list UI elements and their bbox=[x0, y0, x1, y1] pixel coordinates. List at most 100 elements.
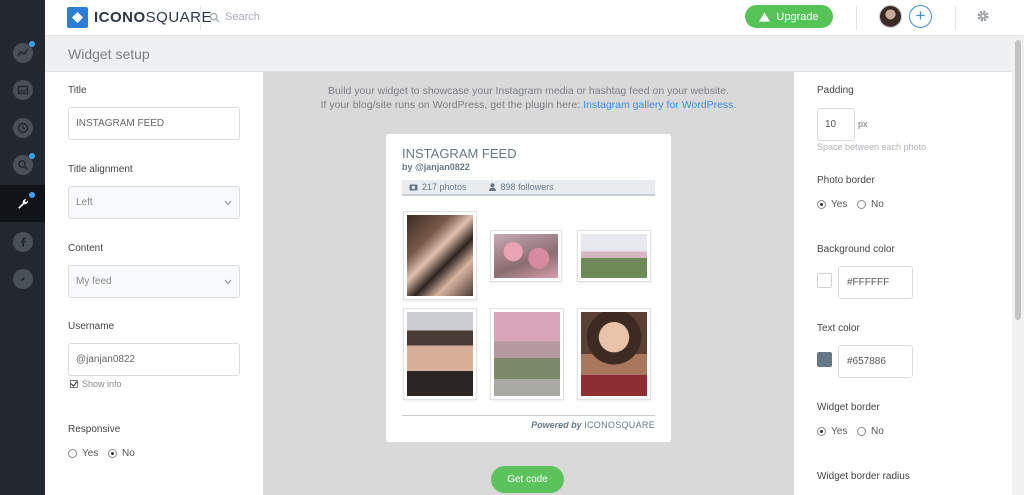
padding-hint: Space between each photo bbox=[817, 142, 927, 152]
chevron-down-icon bbox=[224, 279, 232, 284]
iconosquare-logo[interactable]: ICONOSQUARE bbox=[67, 7, 212, 28]
photo-image bbox=[494, 312, 560, 396]
wordpress-plugin-link[interactable]: Instagram gallery for WordPress. bbox=[583, 99, 736, 111]
background-color-label: Background color bbox=[817, 244, 895, 255]
search-icon bbox=[209, 12, 220, 23]
gear-icon[interactable] bbox=[976, 9, 990, 23]
followers-count: 898 followers bbox=[500, 182, 554, 192]
camera-icon bbox=[409, 184, 418, 191]
clock-icon bbox=[12, 117, 33, 138]
widget-photo[interactable] bbox=[490, 230, 562, 282]
radio-icon bbox=[857, 427, 866, 436]
widget-border-yes-radio[interactable]: Yes bbox=[817, 426, 847, 437]
compass-icon bbox=[12, 268, 33, 289]
responsive-yes-radio[interactable]: Yes bbox=[68, 448, 98, 459]
sidebar-item-explore[interactable] bbox=[0, 260, 45, 297]
add-account-button[interactable]: + bbox=[909, 5, 932, 28]
responsive-label: Responsive bbox=[68, 424, 121, 435]
get-code-button[interactable]: Get code bbox=[491, 466, 564, 493]
text-color-label: Text color bbox=[817, 323, 860, 334]
username-field[interactable]: @janjan0822 bbox=[68, 343, 240, 376]
radio-selected-icon bbox=[817, 200, 826, 209]
widget-settings-right: Padding 10 px Space between each photo P… bbox=[794, 72, 1012, 495]
widget-border-radius-label: Widget border radius bbox=[817, 471, 910, 482]
title-alignment-label: Title alignment bbox=[68, 164, 133, 175]
photo-border-label: Photo border bbox=[817, 175, 875, 186]
upgrade-button[interactable]: Upgrade bbox=[745, 5, 833, 28]
radio-icon bbox=[68, 449, 77, 458]
content-label: Content bbox=[68, 243, 104, 254]
widget-photo[interactable] bbox=[403, 308, 477, 400]
photo-border-no-radio[interactable]: No bbox=[857, 199, 884, 210]
padding-field[interactable]: 10 bbox=[817, 108, 855, 141]
widget-preview-area: Build your widget to showcase your Insta… bbox=[263, 72, 794, 495]
notification-dot bbox=[29, 153, 35, 159]
intro-line-1: Build your widget to showcase your Insta… bbox=[328, 85, 729, 97]
upgrade-label: Upgrade bbox=[776, 10, 819, 23]
sidebar-item-tools[interactable] bbox=[0, 185, 45, 222]
divider bbox=[955, 6, 956, 30]
chevron-down-icon bbox=[224, 200, 232, 205]
sidebar-item-media[interactable] bbox=[0, 71, 45, 108]
instagram-widget-preview: INSTAGRAM FEED by @janjan0822 217 photos… bbox=[386, 134, 671, 442]
scrollbar-thumb[interactable] bbox=[1015, 40, 1021, 320]
top-bar: ICONOSQUARE Search Upgrade + bbox=[45, 0, 1024, 36]
padding-unit: px bbox=[858, 119, 868, 129]
arrow-up-icon bbox=[759, 11, 771, 22]
content-select[interactable]: My feed bbox=[68, 265, 240, 298]
sidebar-item-facebook[interactable] bbox=[0, 223, 45, 260]
widget-byline: by @janjan0822 bbox=[402, 162, 470, 172]
intro-line-2-text: If your blog/site runs on WordPress, get… bbox=[320, 99, 584, 111]
widget-photo[interactable] bbox=[403, 211, 477, 300]
sidebar-item-history[interactable] bbox=[0, 109, 45, 146]
divider bbox=[856, 6, 857, 30]
widget-photo[interactable] bbox=[577, 308, 651, 400]
page-title: Widget setup bbox=[68, 46, 150, 62]
radio-label: No bbox=[871, 199, 884, 210]
photo-border-yes-radio[interactable]: Yes bbox=[817, 199, 847, 210]
title-label: Title bbox=[68, 85, 87, 96]
page-header: Widget setup bbox=[45, 36, 1012, 72]
radio-label: Yes bbox=[831, 199, 848, 210]
responsive-no-radio[interactable]: No bbox=[108, 448, 135, 459]
title-alignment-select[interactable]: Left bbox=[68, 186, 240, 219]
content-value: My feed bbox=[76, 276, 112, 287]
photo-image bbox=[581, 234, 647, 278]
widget-settings-left: Title INSTAGRAM FEED Title alignment Lef… bbox=[45, 72, 263, 495]
photo-image bbox=[407, 215, 473, 296]
intro-line-2: If your blog/site runs on WordPress, get… bbox=[263, 98, 794, 112]
powered-by: Powered by ICONOSQUARE bbox=[531, 420, 655, 430]
widget-border-label: Widget border bbox=[817, 402, 880, 413]
powered-by-brand: ICONOSQUARE bbox=[584, 420, 655, 430]
text-color-field[interactable]: #657886 bbox=[838, 345, 913, 378]
app-sidebar bbox=[0, 0, 45, 495]
widget-border-no-radio[interactable]: No bbox=[857, 426, 884, 437]
radio-label: No bbox=[122, 448, 135, 459]
sidebar-item-search[interactable] bbox=[0, 146, 45, 183]
powered-by-label: Powered by bbox=[531, 420, 582, 430]
widget-photo[interactable] bbox=[577, 230, 651, 282]
background-color-swatch[interactable] bbox=[817, 273, 832, 288]
notification-dot bbox=[29, 41, 35, 47]
text-color-swatch[interactable] bbox=[817, 352, 832, 367]
radio-icon bbox=[857, 200, 866, 209]
title-field-value: INSTAGRAM FEED bbox=[76, 118, 165, 129]
widget-photo[interactable] bbox=[490, 308, 564, 400]
radio-selected-icon bbox=[108, 449, 117, 458]
checkbox-checked-icon bbox=[70, 380, 78, 388]
intro-text: Build your widget to showcase your Insta… bbox=[263, 84, 794, 112]
background-color-field[interactable]: #FFFFFF bbox=[838, 266, 913, 299]
widget-title: INSTAGRAM FEED bbox=[402, 146, 517, 161]
photo-image bbox=[407, 312, 473, 396]
username-label: Username bbox=[68, 321, 115, 332]
scrollbar[interactable] bbox=[1012, 36, 1024, 495]
plus-icon: + bbox=[915, 6, 926, 25]
show-info-checkbox[interactable]: Show info bbox=[70, 379, 122, 389]
sidebar-item-analytics[interactable] bbox=[0, 34, 45, 71]
photo-image bbox=[581, 312, 647, 396]
title-field[interactable]: INSTAGRAM FEED bbox=[68, 107, 240, 140]
followers-stat: 898 followers bbox=[488, 182, 554, 192]
search-input[interactable]: Search bbox=[209, 11, 260, 23]
radio-label: Yes bbox=[831, 426, 848, 437]
avatar[interactable] bbox=[879, 5, 902, 28]
